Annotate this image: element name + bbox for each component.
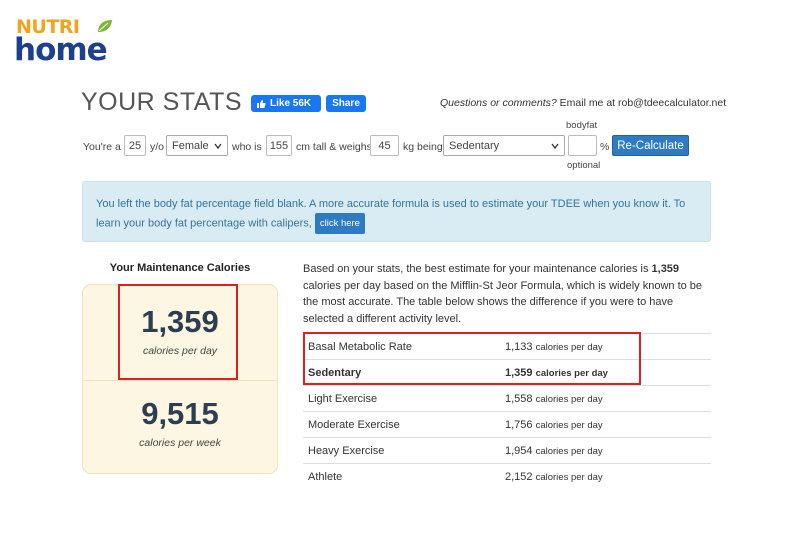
activity-value: Sedentary [449,139,500,152]
level-name: Heavy Exercise [308,445,385,457]
click-here-button[interactable]: click here [314,213,365,234]
facebook-share-button[interactable]: Share [326,95,366,112]
maintenance-title: Your Maintenance Calories [109,262,251,274]
level-name: Light Exercise [308,393,378,405]
contact-email[interactable]: Email me at rob@tdeecalculator.net [560,97,727,109]
who-is-label: who is [232,141,262,153]
calories-per-week-label: calories per week [139,437,221,449]
description-rest: calories per day based on the Mifflin-St… [303,279,703,325]
thumbs-up-icon [257,99,266,108]
description-intro: Based on your stats, the best estimate f… [303,263,649,275]
age-input[interactable]: 25 [124,135,146,156]
card-divider [82,380,278,381]
yo-label: y/o [150,141,165,153]
youre-a-label: You're a [83,141,121,153]
level-calories: 1,558 calories per day [505,393,603,405]
logo-text-bottom: home [14,32,108,68]
calories-per-week-value: 9,515 [141,396,219,431]
contact-question: Questions or comments? [440,97,557,109]
bodyfat-alert: You left the body fat percentage field b… [82,181,711,242]
table-row: Athlete 2,152 calories per day [303,463,711,489]
description-value: 1,359 [651,263,680,275]
highlight-box-daily [118,284,238,380]
level-calories: 1,756 calories per day [505,419,603,431]
percent-label: % [600,141,610,153]
gender-select[interactable]: Female [166,135,228,156]
facebook-like-button[interactable]: Like 56K [251,95,321,112]
table-row: Heavy Exercise 1,954 calories per day [303,437,711,463]
recalculate-button[interactable]: Re-Calculate [612,135,689,156]
cm-tall-label: cm tall & weighs [296,141,372,153]
level-calories: 2,152 calories per day [505,471,603,483]
table-row: Light Exercise 1,558 calories per day [303,385,711,411]
nutrihome-logo[interactable]: NUTRI home [14,14,114,68]
description: Based on your stats, the best estimate f… [303,261,711,327]
contact-text: Questions or comments? Email me at rob@t… [440,97,726,109]
page-title: YOUR STATS [81,88,243,116]
alert-text: You left the body fat percentage field b… [96,198,686,230]
gender-value: Female [172,139,209,152]
table-row: Moderate Exercise 1,756 calories per day [303,411,711,437]
highlight-box-table [303,332,641,385]
level-calories: 1,954 calories per day [505,445,603,457]
height-input[interactable]: 155 [266,135,292,156]
activity-select[interactable]: Sedentary [443,135,565,156]
chevron-down-icon [551,143,559,150]
level-name: Moderate Exercise [308,419,400,431]
bodyfat-label: bodyfat [566,120,598,131]
kg-being-label: kg being [403,141,443,153]
bodyfat-input[interactable] [568,135,597,156]
facebook-like-label: Like 56K [270,98,312,109]
optional-label: optional [567,160,601,171]
chevron-down-icon [214,143,222,150]
weight-input[interactable]: 45 [370,135,399,156]
level-name: Athlete [308,471,343,483]
